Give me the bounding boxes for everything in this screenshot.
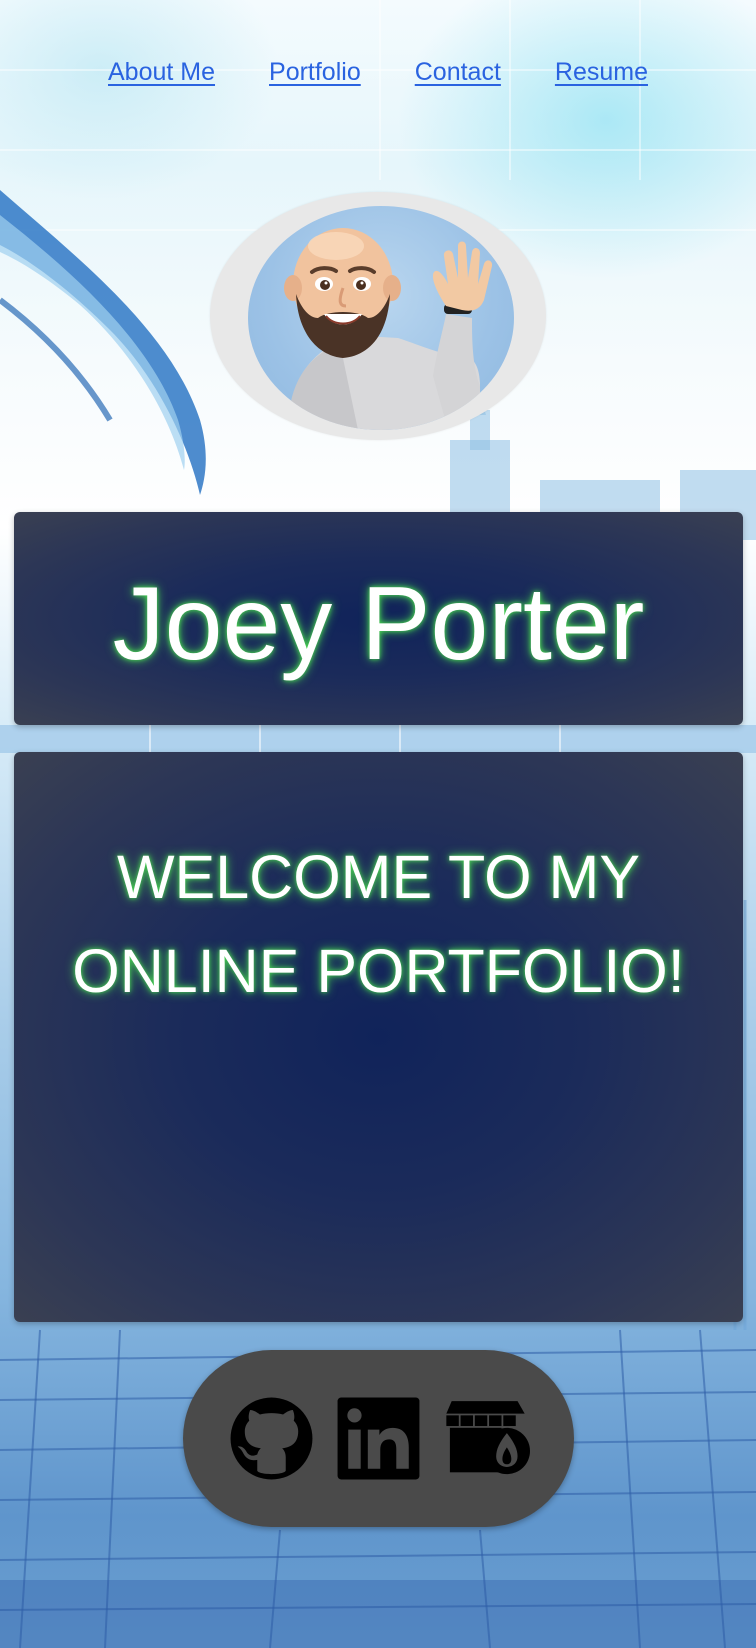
welcome-line-2: ONLINE PORTFOLIO! — [72, 937, 685, 1005]
nav-link-contact[interactable]: Contact — [415, 58, 501, 87]
welcome-panel: WELCOME TO MY ONLINE PORTFOLIO! — [14, 752, 743, 1322]
store-icon[interactable] — [441, 1394, 530, 1483]
nav-link-about-me[interactable]: About Me — [108, 58, 215, 87]
nav-link-portfolio[interactable]: Portfolio — [269, 58, 361, 87]
avatar — [248, 206, 514, 430]
welcome-heading: WELCOME TO MY ONLINE PORTFOLIO! — [14, 830, 743, 1018]
top-nav: About Me Portfolio Contact Resume — [0, 58, 756, 87]
memoji-avatar-icon — [284, 228, 493, 430]
social-links — [183, 1350, 574, 1527]
linkedin-icon[interactable] — [334, 1394, 423, 1483]
github-icon[interactable] — [227, 1394, 316, 1483]
page-title: Joey Porter — [112, 566, 645, 682]
nav-link-resume[interactable]: Resume — [555, 58, 648, 87]
welcome-line-1: WELCOME TO MY — [116, 843, 641, 911]
name-panel: Joey Porter — [14, 512, 743, 725]
